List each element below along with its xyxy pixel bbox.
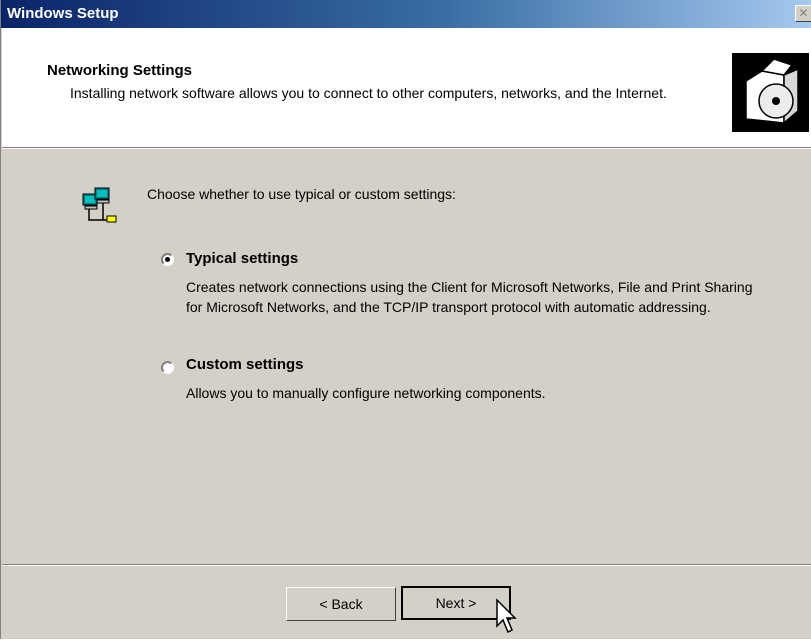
typical-settings-label[interactable]: Typical settings — [186, 250, 298, 267]
typical-settings-description: Creates network connections using the Cl… — [186, 279, 753, 315]
custom-settings-description: Allows you to manually configure network… — [186, 385, 546, 401]
settings-prompt: Choose whether to use typical or custom … — [147, 186, 456, 202]
header-divider — [2, 148, 811, 149]
page-subtitle: Installing network software allows you t… — [70, 85, 667, 101]
custom-settings-label[interactable]: Custom settings — [186, 356, 304, 373]
page-title: Networking Settings — [47, 62, 193, 79]
close-icon: ✕ — [798, 6, 809, 20]
back-button[interactable]: < Back — [286, 587, 396, 621]
window-title: Windows Setup — [7, 5, 119, 22]
title-bar[interactable]: Windows Setup ✕ — [1, 0, 811, 28]
network-computers-icon — [81, 186, 121, 231]
wizard-header: Networking Settings Installing network s… — [2, 28, 811, 148]
mouse-cursor-icon — [495, 598, 517, 636]
setup-disc-icon — [732, 53, 809, 132]
custom-settings-radio[interactable] — [161, 361, 174, 374]
typical-settings-radio[interactable] — [161, 253, 174, 266]
close-button[interactable]: ✕ — [795, 5, 811, 22]
radio-selected-dot — [165, 257, 170, 262]
setup-window: Windows Setup ✕ Networking Settings Inst… — [0, 0, 811, 639]
button-area-divider — [2, 564, 811, 566]
